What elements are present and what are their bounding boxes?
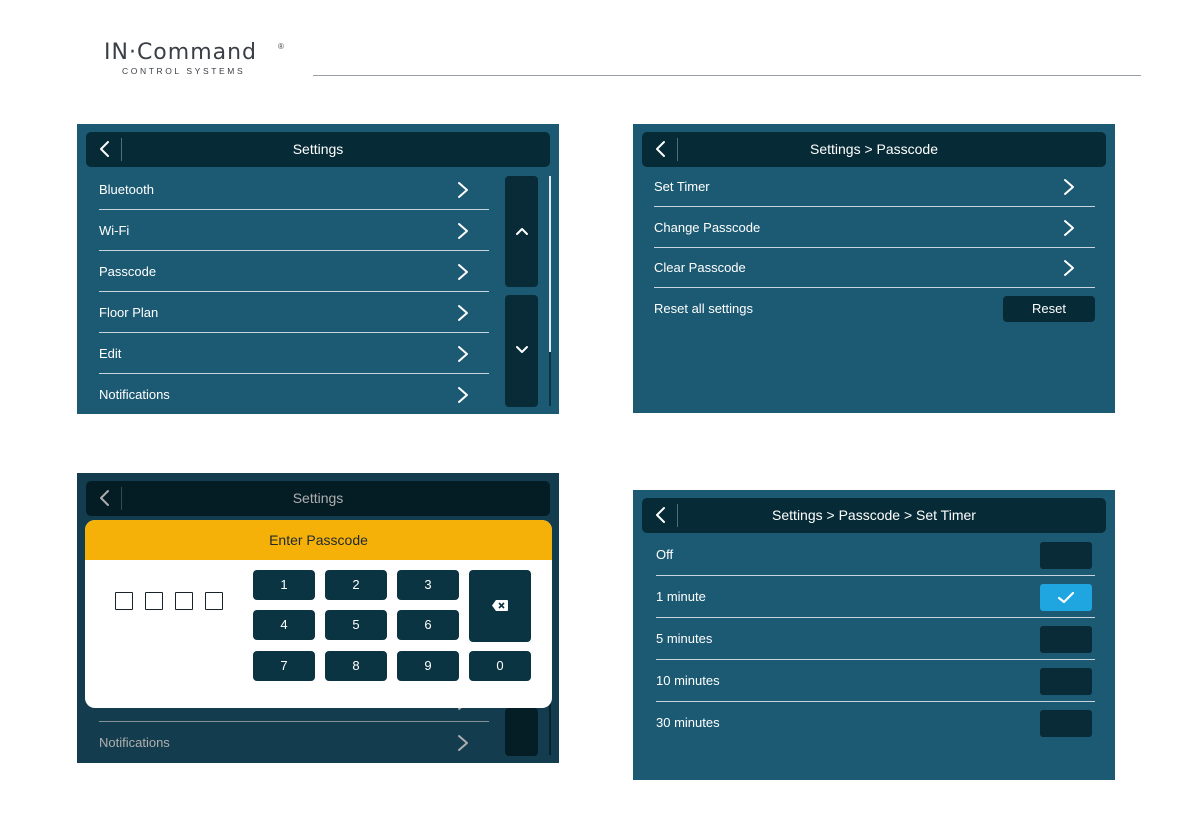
chevron-right-icon (457, 304, 469, 322)
scroll-down-button[interactable] (505, 295, 538, 407)
keypad-key-2[interactable]: 2 (325, 570, 387, 600)
list-item-set-timer[interactable]: Set Timer (654, 167, 1095, 207)
back-divider (677, 138, 678, 161)
timer-option-1-minute[interactable]: 1 minute (656, 577, 1095, 618)
back-divider (121, 138, 122, 161)
top-bar: Settings (86, 132, 550, 167)
list-item-bluetooth[interactable]: Bluetooth (99, 170, 489, 210)
keypad-key-4[interactable]: 4 (253, 610, 315, 640)
passcode-dialog: Enter Passcode 1 2 3 4 5 6 7 8 9 0 (85, 520, 552, 708)
back-divider (677, 504, 678, 527)
dialog-title: Enter Passcode (85, 520, 552, 560)
option-label: 1 minute (656, 589, 706, 604)
list-item-label: Notifications (99, 387, 170, 402)
chevron-right-icon (457, 345, 469, 363)
list-item-notifications[interactable]: Notifications (99, 375, 489, 414)
list-item-label: Change Passcode (654, 220, 761, 235)
keypad-key-8[interactable]: 8 (325, 651, 387, 681)
option-toggle[interactable] (1040, 542, 1092, 569)
option-label: 5 minutes (656, 631, 713, 646)
list-item-floor-plan[interactable]: Floor Plan (99, 293, 489, 333)
option-toggle-selected[interactable] (1040, 584, 1092, 611)
brand-name: IN·Command (104, 40, 258, 65)
keypad-key-1[interactable]: 1 (253, 570, 315, 600)
scrollbar-thumb[interactable] (549, 176, 551, 352)
list-item-label: Bluetooth (99, 182, 154, 197)
list-item-wifi[interactable]: Wi-Fi (99, 211, 489, 251)
chevron-right-icon (457, 181, 469, 199)
chevron-up-icon (516, 228, 528, 235)
keypad-key-5[interactable]: 5 (325, 610, 387, 640)
chevron-right-icon (457, 263, 469, 281)
back-chevron-icon[interactable] (652, 140, 670, 158)
back-chevron-icon[interactable] (96, 140, 114, 158)
brand-logo: IN·Command ® CONTROL SYSTEMS (104, 40, 294, 80)
enter-passcode-screen: Settings Notifications Enter Passcode 1 … (77, 473, 559, 763)
timer-option-30-minutes[interactable]: 30 minutes (656, 703, 1095, 744)
list-item-label: Passcode (99, 264, 157, 279)
list-item-edit[interactable]: Edit (99, 334, 489, 374)
page-title: Settings (292, 141, 344, 157)
passcode-settings-screen: Settings > Passcode Set Timer Change Pas… (633, 124, 1115, 413)
option-toggle[interactable] (1040, 668, 1092, 695)
settings-screen: Settings Bluetooth Wi-Fi Passcode Floor … (77, 124, 559, 414)
pin-digit-box (205, 592, 223, 610)
list-item-label: Edit (99, 346, 122, 361)
keypad-key-6[interactable]: 6 (397, 610, 459, 640)
chevron-right-icon (457, 222, 469, 240)
keypad-key-0[interactable]: 0 (469, 651, 531, 681)
keypad-key-7[interactable]: 7 (253, 651, 315, 681)
timer-option-off[interactable]: Off (656, 535, 1095, 576)
pin-digit-box (115, 592, 133, 610)
back-chevron-icon[interactable] (652, 506, 670, 524)
chevron-right-icon (1063, 259, 1075, 277)
list-item-label: Wi-Fi (99, 223, 130, 238)
backspace-icon (492, 600, 508, 611)
option-toggle[interactable] (1040, 626, 1092, 653)
top-bar: Settings > Passcode (642, 132, 1106, 167)
backspace-button[interactable] (469, 570, 531, 642)
list-item-passcode[interactable]: Passcode (99, 252, 489, 292)
checkmark-icon (1057, 591, 1075, 604)
brand-tagline: CONTROL SYSTEMS (122, 66, 246, 76)
timer-option-5-minutes[interactable]: 5 minutes (656, 619, 1095, 660)
header-divider (313, 75, 1141, 76)
option-label: Off (656, 547, 674, 562)
chevron-right-icon (1063, 219, 1075, 237)
chevron-right-icon (1063, 178, 1075, 196)
scroll-up-button[interactable] (505, 176, 538, 287)
pin-digit-box (175, 592, 193, 610)
list-item-label: Set Timer (654, 179, 710, 194)
top-bar: Settings > Passcode > Set Timer (642, 498, 1106, 533)
page-title: Settings > Passcode (809, 141, 939, 157)
list-item-clear-passcode[interactable]: Clear Passcode (654, 248, 1095, 288)
option-label: 30 minutes (656, 715, 720, 730)
timer-option-10-minutes[interactable]: 10 minutes (656, 661, 1095, 702)
list-item-change-passcode[interactable]: Change Passcode (654, 208, 1095, 248)
keypad-key-9[interactable]: 9 (397, 651, 459, 681)
chevron-down-icon (516, 346, 528, 353)
list-item-label: Clear Passcode (654, 260, 746, 275)
reset-button[interactable]: Reset (1003, 296, 1095, 322)
option-toggle[interactable] (1040, 710, 1092, 737)
option-label: 10 minutes (656, 673, 720, 688)
brand-registered-mark: ® (278, 42, 284, 51)
pin-digit-box (145, 592, 163, 610)
chevron-right-icon (457, 386, 469, 404)
reset-all-label: Reset all settings (654, 301, 753, 316)
keypad-key-3[interactable]: 3 (397, 570, 459, 600)
set-timer-screen: Settings > Passcode > Set Timer Off 1 mi… (633, 490, 1115, 780)
list-item-label: Floor Plan (99, 305, 159, 320)
page-title: Settings > Passcode > Set Timer (772, 507, 976, 523)
